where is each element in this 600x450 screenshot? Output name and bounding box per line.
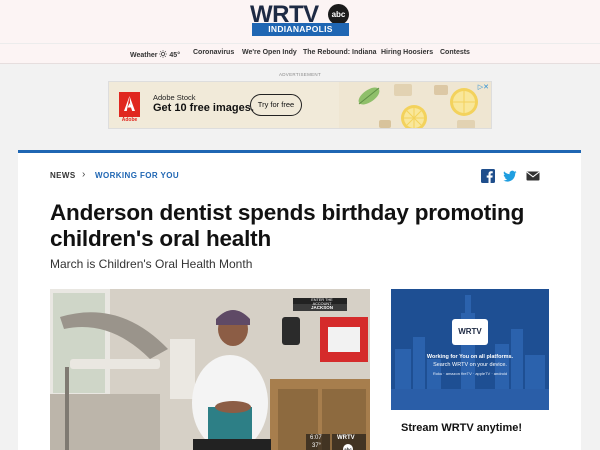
nav-item-contests[interactable]: Contests bbox=[440, 49, 470, 56]
stream-promo-image: WRTV Working for You on all platforms. S… bbox=[391, 289, 549, 410]
twitter-icon[interactable] bbox=[503, 169, 517, 183]
promo-line-2: Search WRTV on your device. bbox=[433, 362, 507, 368]
article-card: NEWS › WORKING FOR YOU Anderson dentist … bbox=[18, 150, 581, 450]
nav-weather[interactable]: Weather 45° bbox=[130, 49, 180, 59]
ad-cta-button[interactable]: Try for free bbox=[250, 94, 302, 116]
video-temp: 37° bbox=[312, 443, 322, 449]
video-time: 6:07 bbox=[310, 435, 322, 441]
article-subheadline: March is Children's Oral Health Month bbox=[50, 257, 253, 271]
nav-weather-label: Weather bbox=[130, 52, 158, 59]
video-frame-image: abc bbox=[50, 289, 370, 450]
chevron-right-icon: › bbox=[82, 169, 86, 180]
main-nav: Weather 45° Coronavirus We're Open Indy … bbox=[0, 43, 600, 63]
article-headline: Anderson dentist spends birthday promoti… bbox=[50, 200, 525, 251]
breadcrumb-news[interactable]: NEWS bbox=[50, 171, 76, 180]
promo-caption[interactable]: Stream WRTV anytime! bbox=[401, 422, 522, 434]
nav-item-coronavirus[interactable]: Coronavirus bbox=[193, 49, 234, 56]
ad-choices-icon[interactable]: ▷✕ bbox=[478, 83, 489, 91]
nav-item-we-re-open-indy[interactable]: We're Open Indy bbox=[242, 49, 297, 56]
nav-weather-temp: 45° bbox=[169, 52, 180, 59]
city-skyline-image bbox=[391, 289, 549, 410]
nav-item-the-rebound[interactable]: The Rebound: Indiana bbox=[303, 49, 377, 56]
facebook-icon[interactable] bbox=[481, 169, 495, 183]
adobe-logo-icon bbox=[119, 92, 140, 117]
ad-banner[interactable]: Adobe Adobe Stock Get 10 free images. Tr… bbox=[108, 81, 492, 129]
adobe-wordmark: Adobe bbox=[121, 117, 138, 123]
nav-item-hiring-hoosiers[interactable]: Hiring Hoosiers bbox=[381, 49, 433, 56]
promo-logo: WRTV bbox=[452, 319, 488, 345]
promo-platform-logos: Roku · amazon fireTV · appleTV · android bbox=[432, 371, 508, 376]
email-icon[interactable] bbox=[526, 169, 540, 183]
video-lower-third-name: JACKSON bbox=[310, 305, 333, 310]
article-video[interactable]: abc ENTER THE ACCOUNT JACKSON 6:07 37° W… bbox=[50, 289, 370, 450]
stream-promo[interactable]: WRTV Working for You on all platforms. S… bbox=[391, 289, 549, 450]
sun-icon bbox=[159, 50, 168, 58]
ad-title: Adobe Stock bbox=[153, 93, 196, 102]
abc-logo-icon: abc bbox=[328, 4, 349, 25]
ad-label: ADVERTISEMENT bbox=[278, 72, 322, 77]
breadcrumb-working-for-you[interactable]: WORKING FOR YOU bbox=[95, 171, 179, 180]
site-header: WRTV abc INDIANAPOLIS Weather 45° Corona… bbox=[0, 0, 600, 64]
ad-artwork bbox=[339, 82, 491, 128]
promo-line-1: Working for You on all platforms. bbox=[426, 354, 514, 360]
video-station-bug: WRTV bbox=[337, 435, 355, 441]
ad-subtitle: Get 10 free images. bbox=[153, 102, 254, 114]
city-label: INDIANAPOLIS bbox=[252, 23, 349, 36]
